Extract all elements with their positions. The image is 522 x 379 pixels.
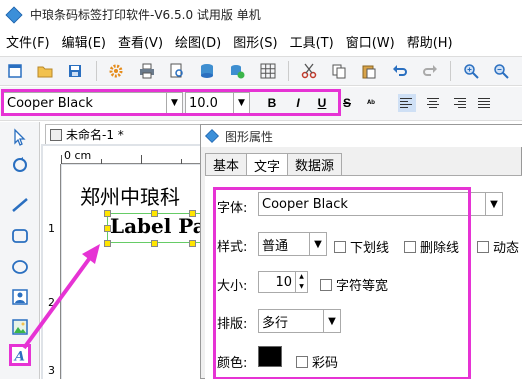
menu-help[interactable]: 帮助(H) [407,32,453,51]
tab-text[interactable]: 文字 [246,153,289,176]
align-center-button[interactable] [424,94,442,112]
select-pointer-icon[interactable] [9,126,31,148]
ellipse-tool-icon[interactable] [9,256,31,278]
redo-icon[interactable] [420,61,439,81]
paste-icon[interactable] [360,61,379,81]
undo-icon[interactable] [390,61,409,81]
app-logo-icon [5,6,23,23]
align-left-button[interactable] [398,94,416,112]
ruler-mark: 3 [48,364,55,377]
toolbar-separator [95,61,97,81]
resize-handle[interactable] [104,240,111,247]
document-tab-title: 未命名-1 * [66,128,124,142]
rotate-icon[interactable] [9,154,31,176]
menu-edit[interactable]: 编辑(E) [62,32,106,51]
document-tab[interactable]: 未命名-1 * [45,124,210,144]
font-toolbar-highlight [1,89,341,116]
dialog-title: 图形属性 [225,129,274,144]
horizontal-ruler: 0 cm [61,146,206,164]
save-icon[interactable] [66,61,85,81]
vertical-ruler: 1 2 3 [43,164,61,379]
settings-icon[interactable] [107,61,126,81]
toolbar-separator [450,61,452,81]
resize-handle[interactable] [104,210,111,217]
picture-tool-icon[interactable] [9,316,31,338]
new-file-icon[interactable] [5,61,24,81]
dynamic-checkbox-label: 动态 [493,241,520,256]
copy-icon[interactable] [329,61,348,81]
menu-file[interactable]: 文件(F) [6,32,50,51]
main-toolbar [0,56,522,86]
canvas-text-object[interactable]: 郑州中琅科 [80,181,180,210]
checkbox-box[interactable] [477,240,489,253]
selected-text-content: Label Pa [110,214,206,238]
char-spacing-icon[interactable]: ᴬᵇ [362,94,380,112]
resize-handle[interactable] [151,210,158,217]
chevron-down-icon[interactable]: ▼ [485,193,502,215]
database-icon[interactable] [197,61,216,81]
dialog-tabs: 基本 文字 数据源 [205,153,343,176]
ruler-mark: 1 [48,222,55,235]
menu-window[interactable]: 窗口(W) [346,32,395,51]
resize-handle[interactable] [151,240,158,247]
zoom-in-icon[interactable] [461,61,480,81]
tool-palette: A [0,122,40,379]
text-properties-highlight [213,187,471,379]
print-icon[interactable] [137,61,156,81]
menu-view[interactable]: 查看(V) [118,32,163,51]
font-toolbar: Cooper Black ▼ 10.0 ▼ B I U S ᴬᵇ [0,87,522,121]
tab-datasource[interactable]: 数据源 [287,153,343,175]
window-title: 中琅条码标签打印软件-V6.5.0 试用版 单机 [30,8,261,22]
image-tool-icon[interactable] [9,286,31,308]
rectangle-tool-icon[interactable] [9,225,31,247]
dynamic-checkbox[interactable]: 动态 [477,237,519,256]
ruler-mark: 2 [48,296,55,309]
title-bar: 中琅条码标签打印软件-V6.5.0 试用版 单机 [0,0,522,29]
menu-shape[interactable]: 图形(S) [233,32,277,51]
menu-tools[interactable]: 工具(T) [290,32,334,51]
print-preview-icon[interactable] [167,61,186,81]
resize-handle[interactable] [189,210,196,217]
menu-bar: 文件(F) 编辑(E) 查看(V) 绘图(D) 图形(S) 工具(T) 窗口(W… [0,29,522,54]
line-tool-icon[interactable] [9,194,31,216]
ruler-origin-label: 0 cm [64,149,92,162]
zoom-out-icon[interactable] [492,61,511,81]
database-sync-icon[interactable] [228,61,247,81]
dialog-title-bar[interactable]: 图形属性 [201,125,522,147]
resize-handle[interactable] [104,225,111,232]
align-right-button[interactable] [450,94,468,112]
toolbar-separator [288,61,290,81]
align-justify-button[interactable] [476,94,494,112]
text-tab-panel: 字体: Cooper Black ▼ 样式: 普通 ▼ 下划线 删除线 动态 大… [205,175,522,379]
grid-icon[interactable] [258,61,277,81]
tab-basic[interactable]: 基本 [205,153,248,175]
svg-text:A: A [13,348,25,364]
resize-handle[interactable] [189,240,196,247]
document-icon [50,128,62,141]
menu-draw[interactable]: 绘图(D) [175,32,221,51]
cut-icon[interactable] [299,61,318,81]
ruler-corner [43,146,61,164]
text-tool-icon[interactable]: A [9,344,31,366]
shape-properties-dialog: 图形属性 基本 文字 数据源 字体: Cooper Black ▼ 样式: 普通… [200,124,522,379]
open-folder-icon[interactable] [35,61,54,81]
app-logo-icon [205,129,219,143]
